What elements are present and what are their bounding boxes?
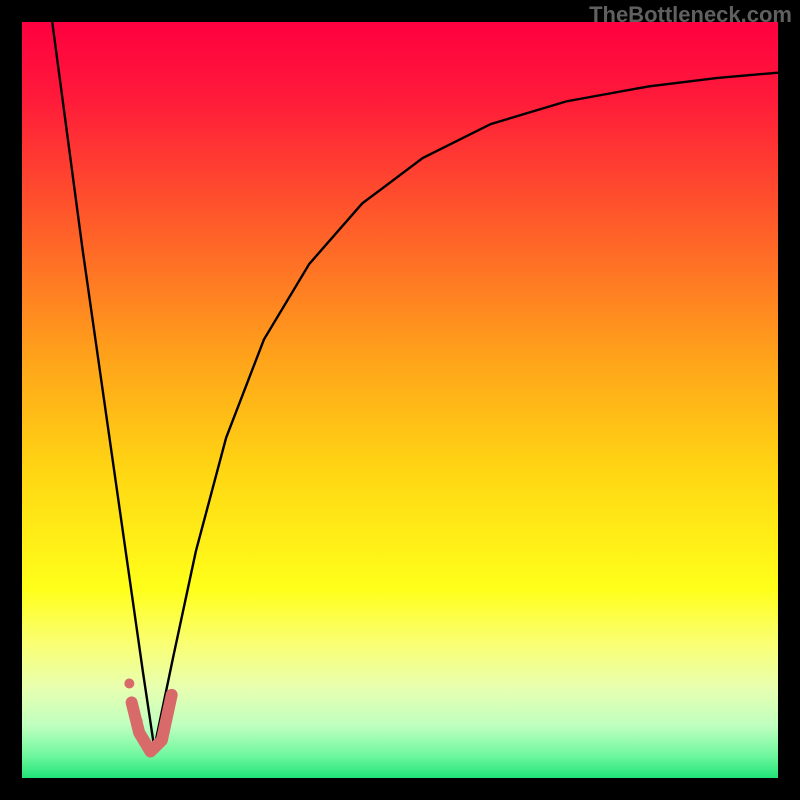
dot-left-lower: [133, 716, 143, 726]
plot-area: [22, 22, 778, 778]
dot-left-upper: [124, 679, 134, 689]
chart-container: TheBottleneck.com: [0, 0, 800, 800]
series-right-branch: [154, 73, 778, 748]
curves-layer: [22, 22, 778, 778]
series-left-branch: [52, 22, 154, 748]
watermark-text: TheBottleneck.com: [589, 2, 792, 28]
